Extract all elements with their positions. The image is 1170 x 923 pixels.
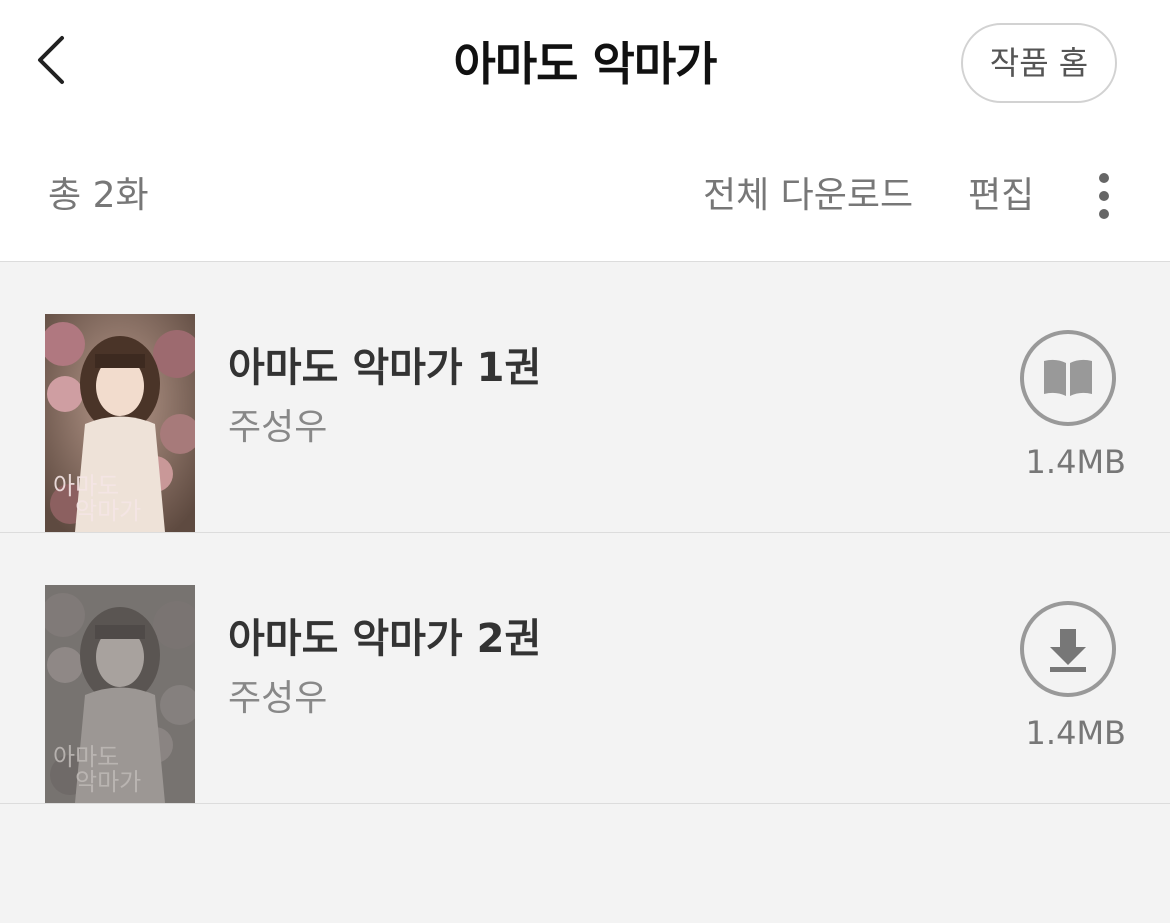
top-bar: 아마도 악마가 작품 홈 <box>0 0 1170 130</box>
download-all-button[interactable]: 전체 다운로드 <box>703 172 913 220</box>
volume-list: 아마도 악마가 아마도 악마가 1권 주성우 1.4MB 아마도 악마가 아마도… <box>0 262 1170 804</box>
volume-author: 주성우 <box>228 407 328 448</box>
file-size: 1.4MB <box>1025 443 1126 481</box>
open-book-icon[interactable] <box>1018 328 1118 428</box>
volume-title: 아마도 악마가 2권 <box>228 616 542 662</box>
book-cover-image: 아마도 악마가 <box>45 585 195 803</box>
volume-title: 아마도 악마가 1권 <box>228 345 542 391</box>
work-home-button[interactable]: 작품 홈 <box>961 23 1117 103</box>
svg-text:악마가: 악마가 <box>75 768 141 796</box>
svg-text:악마가: 악마가 <box>75 497 141 525</box>
download-arrow-icon[interactable] <box>1018 599 1118 699</box>
total-episode-count: 총 2화 <box>48 175 149 216</box>
volume-author: 주성우 <box>228 678 328 719</box>
list-toolbar: 총 2화 전체 다운로드 편집 <box>0 130 1170 262</box>
more-vertical-icon[interactable] <box>1088 166 1120 226</box>
list-item[interactable]: 아마도 악마가 아마도 악마가 1권 주성우 1.4MB <box>0 262 1170 533</box>
list-item[interactable]: 아마도 악마가 아마도 악마가 2권 주성우 1.4MB <box>0 533 1170 804</box>
file-size: 1.4MB <box>1025 714 1126 752</box>
chevron-left-icon[interactable] <box>30 30 74 90</box>
svg-text:아마도: 아마도 <box>53 743 119 771</box>
book-cover-image: 아마도 악마가 <box>45 314 195 532</box>
edit-button[interactable]: 편집 <box>968 172 1034 220</box>
svg-text:아마도: 아마도 <box>53 472 119 500</box>
